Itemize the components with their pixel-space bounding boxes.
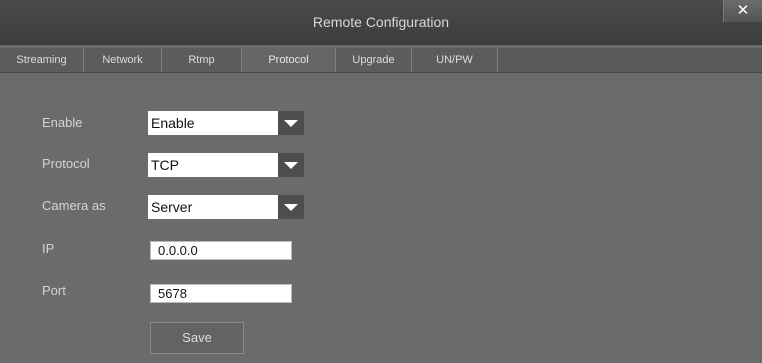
close-button[interactable]: ✕ xyxy=(723,0,762,22)
tab-protocol[interactable]: Protocol xyxy=(242,48,336,72)
tab-bar: Streaming Network Rtmp Protocol Upgrade … xyxy=(0,48,762,73)
ip-label: IP xyxy=(42,241,55,256)
enable-select[interactable]: Enable xyxy=(148,111,304,135)
camera-as-label: Camera as xyxy=(42,198,106,213)
camera-as-select-value: Server xyxy=(148,195,278,219)
protocol-select[interactable]: TCP xyxy=(148,153,304,177)
window-title: Remote Configuration xyxy=(312,14,450,30)
dropdown-arrow-button[interactable] xyxy=(278,195,304,219)
title-bar: Remote Configuration ✕ xyxy=(0,0,762,45)
dropdown-arrow-button[interactable] xyxy=(278,111,304,135)
triangle-down-icon xyxy=(284,162,298,169)
tab-network[interactable]: Network xyxy=(84,48,162,72)
enable-label: Enable xyxy=(42,115,83,130)
save-button[interactable]: Save xyxy=(150,322,244,354)
tab-streaming[interactable]: Streaming xyxy=(0,48,84,72)
remote-configuration-window: Remote Configuration ✕ Streaming Network… xyxy=(0,0,762,363)
dropdown-arrow-button[interactable] xyxy=(278,153,304,177)
tab-rtmp[interactable]: Rtmp xyxy=(162,48,242,72)
enable-select-value: Enable xyxy=(148,111,278,135)
protocol-select-value: TCP xyxy=(148,153,278,177)
port-input[interactable]: 5678 xyxy=(150,284,292,303)
tab-upgrade[interactable]: Upgrade xyxy=(336,48,412,72)
camera-as-select[interactable]: Server xyxy=(148,195,304,219)
triangle-down-icon xyxy=(284,120,298,127)
port-label: Port xyxy=(42,283,66,298)
tab-un-pw[interactable]: UN/PW xyxy=(412,48,498,72)
close-icon: ✕ xyxy=(736,2,750,19)
triangle-down-icon xyxy=(284,204,298,211)
protocol-label: Protocol xyxy=(42,156,90,171)
ip-input[interactable]: 0.0.0.0 xyxy=(150,241,292,260)
